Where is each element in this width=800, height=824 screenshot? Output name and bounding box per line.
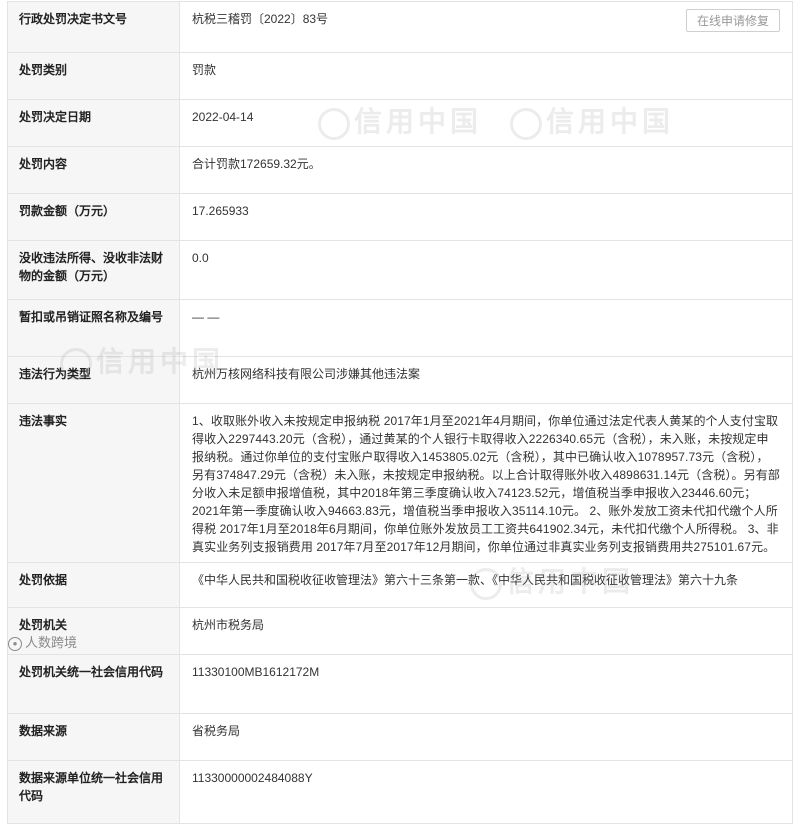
penalty-record-page: 行政处罚决定书文号 在线申请修复 杭税三稽罚〔2022〕83号 处罚类别 罚款 …	[0, 0, 800, 824]
row-confiscated-amount: 没收违法所得、没收非法财物的金额（万元） 0.0	[7, 240, 793, 300]
value-license-suspension: — —	[179, 299, 793, 357]
label-confiscated-amount: 没收违法所得、没收非法财物的金额（万元）	[7, 240, 180, 300]
row-violation-type: 违法行为类型 杭州万核网络科技有限公司涉嫌其他违法案	[7, 356, 793, 404]
row-license-suspension: 暂扣或吊销证照名称及编号 — —	[7, 299, 793, 357]
label-penalty-category: 处罚类别	[7, 52, 180, 100]
value-confiscated-amount: 0.0	[179, 240, 793, 300]
row-penalty-basis: 处罚依据 《中华人民共和国税收征收管理法》第六十三条第一款、《中华人民共和国税收…	[7, 562, 793, 608]
row-authority-credit-code: 处罚机关统一社会信用代码 11330100MB1612172M	[7, 654, 793, 714]
value-violation-facts: 1、收取账外收入未按规定申报纳税 2017年1月至2021年4月期间，你单位通过…	[179, 403, 793, 563]
row-source-credit-code: 数据来源单位统一社会信用代码 11330000002484088Y	[7, 760, 793, 824]
value-decision-date: 2022-04-14	[179, 99, 793, 147]
value-fine-amount: 17.265933	[179, 193, 793, 241]
value-penalty-content: 合计罚款172659.32元。	[179, 146, 793, 194]
camera-icon: ●	[8, 636, 22, 651]
label-violation-facts: 违法事实	[7, 403, 180, 563]
value-penalty-category: 罚款	[179, 52, 793, 100]
value-decision-number: 杭税三稽罚〔2022〕83号	[192, 12, 329, 26]
value-violation-type: 杭州万核网络科技有限公司涉嫌其他违法案	[179, 356, 793, 404]
row-penalty-authority: 处罚机关 杭州市税务局	[7, 607, 793, 655]
label-fine-amount: 罚款金额（万元）	[7, 193, 180, 241]
row-violation-facts: 违法事实 1、收取账外收入未按规定申报纳税 2017年1月至2021年4月期间，…	[7, 403, 793, 563]
label-source-credit-code: 数据来源单位统一社会信用代码	[7, 760, 180, 824]
row-data-source: 数据来源 省税务局	[7, 713, 793, 761]
penalty-record-table: 行政处罚决定书文号 在线申请修复 杭税三稽罚〔2022〕83号 处罚类别 罚款 …	[7, 1, 793, 824]
value-penalty-authority: 杭州市税务局	[179, 607, 793, 655]
apply-repair-button[interactable]: 在线申请修复	[685, 9, 780, 32]
label-data-source: 数据来源	[7, 713, 180, 761]
row-decision-date: 处罚决定日期 2022-04-14	[7, 99, 793, 147]
row-penalty-content: 处罚内容 合计罚款172659.32元。	[7, 146, 793, 194]
row-penalty-category: 处罚类别 罚款	[7, 52, 793, 100]
value-penalty-basis: 《中华人民共和国税收征收管理法》第六十三条第一款、《中华人民共和国税收征收管理法…	[179, 562, 793, 608]
row-decision-number: 行政处罚决定书文号 在线申请修复 杭税三稽罚〔2022〕83号	[7, 1, 793, 53]
label-decision-number: 行政处罚决定书文号	[7, 1, 180, 53]
value-data-source: 省税务局	[179, 713, 793, 761]
label-authority-credit-code: 处罚机关统一社会信用代码	[7, 654, 180, 714]
label-penalty-content: 处罚内容	[7, 146, 180, 194]
row-fine-amount: 罚款金额（万元） 17.265933	[7, 193, 793, 241]
value-source-credit-code: 11330000002484088Y	[179, 760, 793, 824]
value-authority-credit-code: 11330100MB1612172M	[179, 654, 793, 714]
label-penalty-basis: 处罚依据	[7, 562, 180, 608]
label-decision-date: 处罚决定日期	[7, 99, 180, 147]
label-license-suspension: 暂扣或吊销证照名称及编号	[7, 299, 180, 357]
image-credit: ● 人数跨境	[8, 632, 77, 651]
label-violation-type: 违法行为类型	[7, 356, 180, 404]
